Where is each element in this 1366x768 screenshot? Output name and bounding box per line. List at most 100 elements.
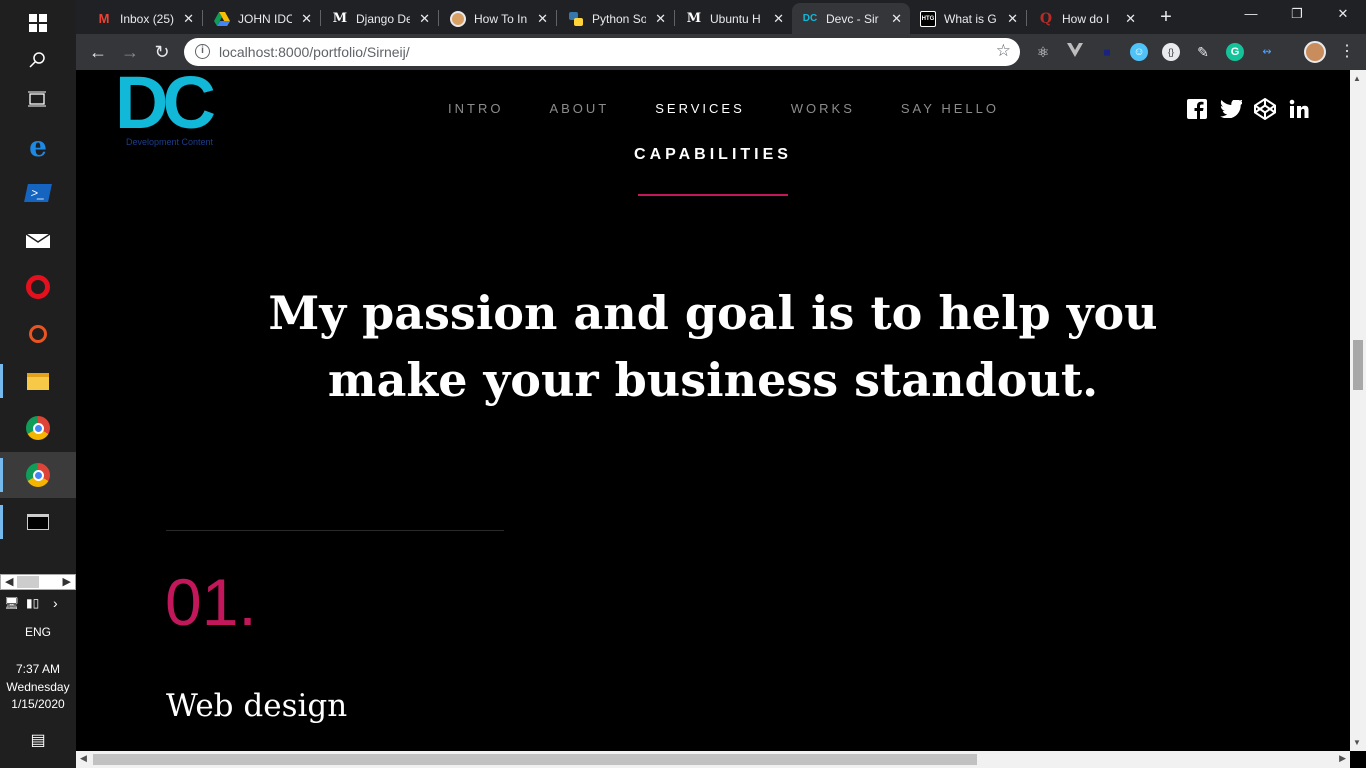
twitter-icon[interactable] (1220, 98, 1242, 120)
codepen-icon[interactable] (1254, 98, 1276, 120)
clock-day[interactable]: Wednesday (0, 680, 76, 694)
main-navigation: INTRO ABOUT SERVICES WORKS SAY HELLO (448, 101, 1045, 116)
tab-title: Devc - Sir (826, 11, 879, 26)
facebook-icon[interactable] (1186, 98, 1208, 120)
terminal-icon[interactable] (0, 499, 76, 545)
drive-icon (214, 11, 230, 27)
site-logo[interactable]: DC Development Content (115, 70, 255, 148)
tab-close-icon[interactable]: ✕ (537, 11, 548, 27)
social-links (1186, 98, 1322, 120)
browser-tab-strip: M Inbox (25) ✕ JOHN IDO ✕ M Django De ✕ … (76, 0, 1366, 34)
tray-expand-icon[interactable]: › (53, 595, 58, 611)
devc-icon: DC (802, 13, 818, 24)
nav-services[interactable]: SERVICES (655, 101, 745, 116)
new-tab-button[interactable]: + (1154, 6, 1178, 28)
tab-how-to-install[interactable]: How To In ✕ (440, 3, 556, 34)
edge-icon[interactable]: e (0, 123, 76, 169)
vertical-scroll-thumb[interactable] (1353, 340, 1363, 390)
forward-button[interactable]: → (118, 40, 142, 64)
chrome-icon[interactable] (0, 405, 76, 451)
nav-works[interactable]: WORKS (791, 101, 855, 116)
section-divider (638, 194, 788, 196)
tab-title: JOHN IDO (238, 11, 292, 26)
network-icon[interactable]: 🖥 (4, 596, 19, 610)
scroll-right-arrow-icon[interactable]: ▶ (63, 575, 71, 589)
restore-button[interactable]: ❐ (1274, 0, 1320, 30)
clock-time[interactable]: 7:37 AM (0, 662, 76, 676)
vertical-scrollbar[interactable]: ▲ ▼ (1350, 70, 1366, 751)
bookmark-star-icon[interactable]: ☆ (996, 41, 1011, 61)
tab-close-icon[interactable]: ✕ (773, 11, 784, 27)
url-text[interactable]: localhost:8000/portfolio/Sirneij/ (219, 44, 410, 60)
tab-close-icon[interactable]: ✕ (419, 11, 430, 27)
json-viewer-icon[interactable]: {} (1162, 43, 1180, 61)
quora-icon: Q (1039, 10, 1053, 27)
extension-icon[interactable]: ◼ (1098, 43, 1116, 61)
tab-title: What is G (944, 11, 997, 26)
link-extension-icon[interactable]: ↭ (1258, 43, 1276, 61)
nav-about[interactable]: ABOUT (549, 101, 609, 116)
taskbar-scrollbar[interactable]: ◀ ▶ (0, 574, 76, 590)
tab-title: Django De (356, 11, 410, 26)
task-view-icon[interactable] (0, 76, 76, 122)
chat-extension-icon[interactable]: ☺ (1130, 43, 1148, 61)
scroll-right-arrow-icon[interactable]: ▶ (1339, 753, 1346, 764)
system-tray: 🖥 ▮▯ › (0, 595, 76, 612)
tab-title: How do I (1062, 11, 1110, 26)
scroll-left-arrow-icon[interactable]: ◀ (5, 575, 13, 589)
pen-extension-icon[interactable]: ✎ (1194, 43, 1212, 61)
linkedin-icon[interactable] (1288, 98, 1310, 120)
profile-avatar-icon[interactable] (1304, 41, 1326, 63)
tab-close-icon[interactable]: ✕ (1125, 11, 1136, 27)
nav-intro[interactable]: INTRO (448, 101, 503, 116)
capability-number: 01. (165, 565, 257, 639)
page-headline: My passion and goal is to help you make … (268, 286, 1158, 407)
horizontal-scroll-thumb[interactable] (93, 754, 977, 765)
mail-icon[interactable] (0, 217, 76, 263)
tab-devc[interactable]: DC Devc - Sir ✕ (792, 3, 910, 34)
back-button[interactable]: ← (86, 40, 110, 64)
tab-close-icon[interactable]: ✕ (183, 11, 194, 27)
browser-toolbar: ← → ↻ i localhost:8000/portfolio/Sirneij… (76, 34, 1366, 70)
menu-kebab-icon[interactable]: ⋮ (1338, 43, 1356, 61)
page-content: DC Development Content INTRO ABOUT SERVI… (76, 70, 1350, 751)
action-center-icon[interactable]: ▤ (0, 730, 76, 750)
vue-devtools-icon[interactable] (1066, 43, 1084, 61)
tab-how-do-i[interactable]: Q How do I ✕ (1028, 3, 1144, 34)
tab-inbox[interactable]: M Inbox (25) ✕ (86, 3, 202, 34)
tab-close-icon[interactable]: ✕ (301, 11, 312, 27)
tab-django[interactable]: M Django De ✕ (322, 3, 438, 34)
minimize-button[interactable]: — (1228, 0, 1274, 30)
tab-close-icon[interactable]: ✕ (891, 11, 902, 27)
scroll-thumb[interactable] (17, 576, 39, 588)
scroll-left-arrow-icon[interactable]: ◀ (80, 753, 87, 764)
scroll-down-arrow-icon[interactable]: ▼ (1353, 738, 1361, 747)
info-icon[interactable]: i (195, 44, 210, 59)
tab-close-icon[interactable]: ✕ (1007, 11, 1018, 27)
gmail-icon: M (98, 11, 110, 26)
scroll-up-arrow-icon[interactable]: ▲ (1353, 74, 1361, 83)
chrome-profile-icon[interactable] (0, 452, 76, 498)
reload-button[interactable]: ↻ (150, 40, 174, 64)
battery-icon[interactable]: ▮▯ (26, 596, 39, 610)
ubuntu-icon[interactable] (0, 311, 76, 357)
logo-mark: DC (115, 70, 216, 144)
clock-date[interactable]: 1/15/2020 (0, 697, 76, 711)
avatar-icon (450, 10, 466, 27)
tab-python[interactable]: Python So ✕ (558, 3, 674, 34)
grammarly-icon[interactable]: G (1226, 43, 1244, 61)
opera-icon[interactable] (0, 264, 76, 310)
tab-ubuntu[interactable]: M Ubuntu H ✕ (676, 3, 792, 34)
language-indicator[interactable]: ENG (0, 625, 76, 639)
tab-close-icon[interactable]: ✕ (655, 11, 666, 27)
tab-what-is[interactable]: HTG What is G ✕ (910, 3, 1026, 34)
tab-john-ido[interactable]: JOHN IDO ✕ (204, 3, 320, 34)
htg-icon: HTG (920, 10, 936, 27)
powershell-icon[interactable]: >_ (0, 170, 76, 216)
nav-say-hello[interactable]: SAY HELLO (901, 101, 999, 116)
file-explorer-icon[interactable] (0, 358, 76, 404)
close-window-button[interactable]: ✕ (1320, 0, 1366, 30)
react-devtools-icon[interactable]: ⚛ (1034, 43, 1052, 61)
horizontal-scrollbar[interactable]: ◀ ▶ (76, 751, 1350, 768)
address-bar[interactable]: i localhost:8000/portfolio/Sirneij/ ☆ (184, 38, 1020, 66)
